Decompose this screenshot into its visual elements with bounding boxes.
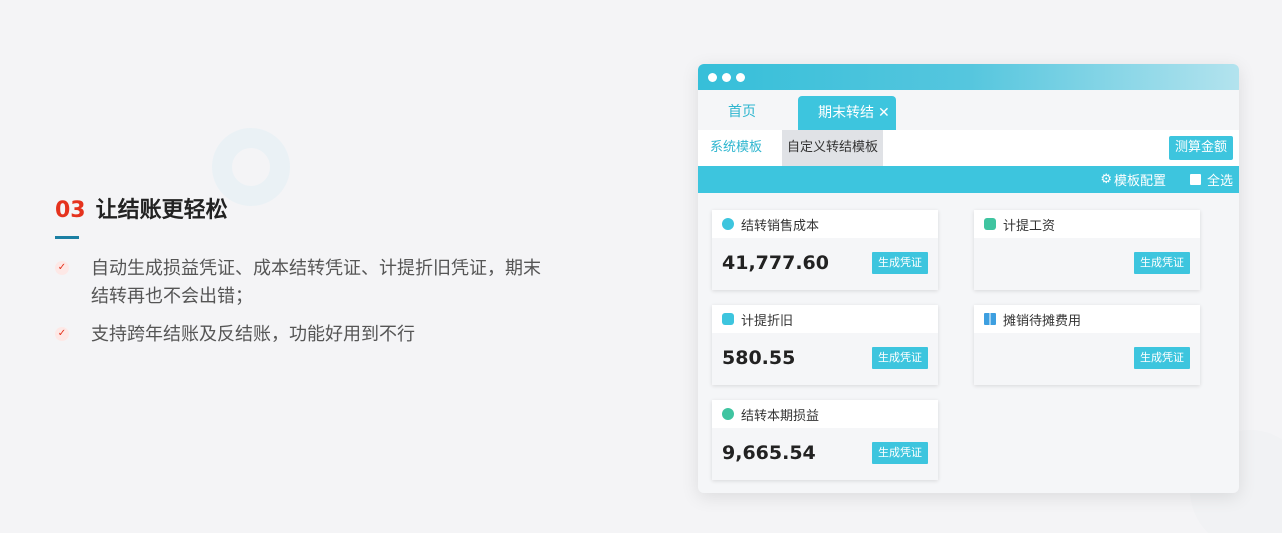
title-underline <box>55 236 79 239</box>
card-title: 结转本期损益 <box>741 408 820 424</box>
card-amortization: 摊销待摊费用 生成凭证 <box>974 305 1200 385</box>
checkbox-icon[interactable] <box>1189 174 1201 185</box>
card-title: 摊销待摊费用 <box>1003 313 1082 329</box>
bullet-text: 支持跨年结账及反结账，功能好用到不行 <box>91 324 415 345</box>
bullet-text: 自动生成损益凭证、成本结转凭证、计提折旧凭证，期末结转再也不会出错； <box>91 258 541 307</box>
card-title: 计提工资 <box>1003 218 1056 234</box>
generate-voucher-button[interactable]: 生成凭证 <box>872 442 928 464</box>
profit-bag-icon <box>722 408 734 420</box>
feature-heading: 03 让结账更轻松 <box>55 192 575 224</box>
check-icon: ✓ <box>55 261 69 275</box>
card-title: 结转销售成本 <box>741 218 820 234</box>
card-value: 41,777.60 <box>722 252 829 274</box>
toolbar: ⚙ 模板配置 全选 <box>698 166 1239 193</box>
card-body: 580.55 生成凭证 <box>712 333 938 385</box>
select-all-label: 全选 <box>1206 174 1233 189</box>
window-dot-icon <box>736 72 745 82</box>
feature-bullets: ✓ 自动生成损益凭证、成本结转凭证、计提折旧凭证，期末结转再也不会出错； ✓ 支… <box>55 255 575 349</box>
measure-amount-button[interactable]: 测算金额 <box>1168 136 1233 160</box>
card-body: 生成凭证 <box>974 238 1200 290</box>
close-icon[interactable]: ✕ <box>878 96 890 130</box>
generate-voucher-button[interactable]: 生成凭证 <box>872 252 928 274</box>
card-body: 生成凭证 <box>974 333 1200 385</box>
card-depreciation: 计提折旧 580.55 生成凭证 <box>712 305 938 385</box>
generate-voucher-button[interactable]: 生成凭证 <box>872 347 928 369</box>
generate-voucher-button[interactable]: 生成凭证 <box>1134 347 1190 369</box>
app-window: 首页 期末转结 ✕ 系统模板 自定义转结模板 测算金额 ⚙ 模板配置 全选 结转… <box>698 64 1239 493</box>
subtab-system-template[interactable]: 系统模板 <box>698 130 774 166</box>
bullet-item: ✓ 支持跨年结账及反结账，功能好用到不行 <box>55 321 575 349</box>
grid-icon <box>984 313 996 325</box>
check-icon: ✓ <box>55 327 69 341</box>
generate-voucher-button[interactable]: 生成凭证 <box>1134 252 1190 274</box>
window-dot-icon <box>722 72 731 82</box>
card-cost-transfer: 结转销售成本 41,777.60 生成凭证 <box>712 210 938 290</box>
template-config-label: 模板配置 <box>1113 174 1166 189</box>
window-titlebar <box>698 64 1239 90</box>
tab-label: 期末转结 <box>818 105 874 121</box>
card-body: 41,777.60 生成凭证 <box>712 238 938 290</box>
payroll-icon <box>984 218 996 230</box>
select-all-checkbox[interactable]: 全选 <box>1189 170 1233 189</box>
card-payroll: 计提工资 生成凭证 <box>974 210 1200 290</box>
card-header: 结转本期损益 <box>712 400 938 428</box>
card-body: 9,665.54 生成凭证 <box>712 428 938 480</box>
card-title: 计提折旧 <box>741 313 794 329</box>
card-profit-loss: 结转本期损益 9,665.54 生成凭证 <box>712 400 938 480</box>
window-dot-icon <box>708 72 717 82</box>
template-config-button[interactable]: ⚙ 模板配置 <box>1100 170 1166 189</box>
depreciation-icon <box>722 313 734 325</box>
subtab-bar: 系统模板 自定义转结模板 测算金额 <box>698 130 1239 166</box>
feature-number: 03 <box>55 198 86 223</box>
tab-bar: 首页 期末转结 ✕ <box>698 90 1239 132</box>
feature-title: 让结账更轻松 <box>95 198 228 223</box>
tab-period-end[interactable]: 期末转结 ✕ <box>798 96 896 130</box>
card-value: 9,665.54 <box>722 442 816 464</box>
card-value: 580.55 <box>722 347 796 369</box>
card-header: 计提工资 <box>974 210 1200 238</box>
card-header: 结转销售成本 <box>712 210 938 238</box>
bullet-item: ✓ 自动生成损益凭证、成本结转凭证、计提折旧凭证，期末结转再也不会出错； <box>55 255 575 311</box>
feature-section: 03 让结账更轻松 ✓ 自动生成损益凭证、成本结转凭证、计提折旧凭证，期末结转再… <box>55 192 575 359</box>
gear-icon: ⚙ <box>1100 172 1112 187</box>
subtab-custom-template[interactable]: 自定义转结模板 <box>782 130 884 166</box>
card-header: 摊销待摊费用 <box>974 305 1200 333</box>
card-header: 计提折旧 <box>712 305 938 333</box>
coin-bag-icon <box>722 218 734 230</box>
tab-home[interactable]: 首页 <box>710 92 774 132</box>
